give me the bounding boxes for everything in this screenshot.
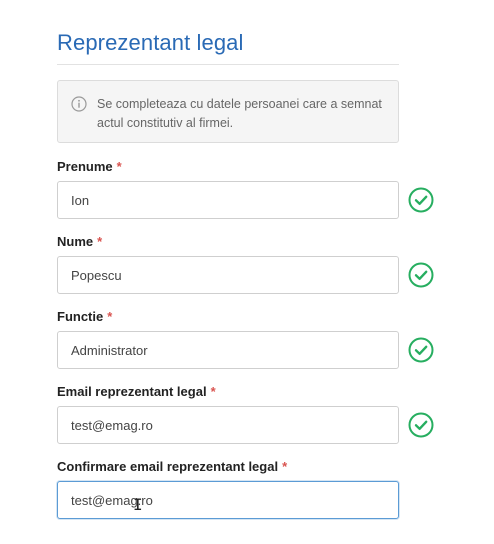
- check-circle-icon: [408, 187, 434, 213]
- required-marker: *: [97, 234, 103, 249]
- required-marker: *: [282, 459, 288, 474]
- function-label: Functie *: [57, 309, 112, 324]
- email-label: Email reprezentant legal *: [57, 384, 216, 399]
- last-name-label: Nume *: [57, 234, 102, 249]
- title-divider: [57, 64, 399, 65]
- check-circle-icon: [408, 262, 434, 288]
- function-label-text: Functie: [57, 309, 104, 324]
- first-name-input[interactable]: [57, 181, 399, 219]
- confirm-email-input[interactable]: [57, 481, 399, 519]
- function-input[interactable]: [57, 331, 399, 369]
- required-marker: *: [107, 309, 113, 324]
- email-input[interactable]: [57, 406, 399, 444]
- first-name-label: Prenume *: [57, 159, 122, 174]
- last-name-input[interactable]: [57, 256, 399, 294]
- check-circle-icon: [408, 412, 434, 438]
- email-label-text: Email reprezentant legal: [57, 384, 207, 399]
- info-circle-icon: [71, 96, 87, 112]
- last-name-label-text: Nume: [57, 234, 94, 249]
- section-title: Reprezentant legal: [57, 30, 244, 55]
- required-marker: *: [116, 159, 122, 174]
- info-notice-text: Se completeaza cu datele persoanei care …: [97, 97, 382, 130]
- required-marker: *: [210, 384, 216, 399]
- first-name-label-text: Prenume: [57, 159, 113, 174]
- check-circle-icon: [408, 337, 434, 363]
- confirm-email-label: Confirmare email reprezentant legal *: [57, 459, 287, 474]
- legal-representative-form: Reprezentant legal Se completeaza cu dat…: [0, 0, 494, 544]
- info-notice: Se completeaza cu datele persoanei care …: [57, 80, 399, 143]
- confirm-email-label-text: Confirmare email reprezentant legal: [57, 459, 279, 474]
